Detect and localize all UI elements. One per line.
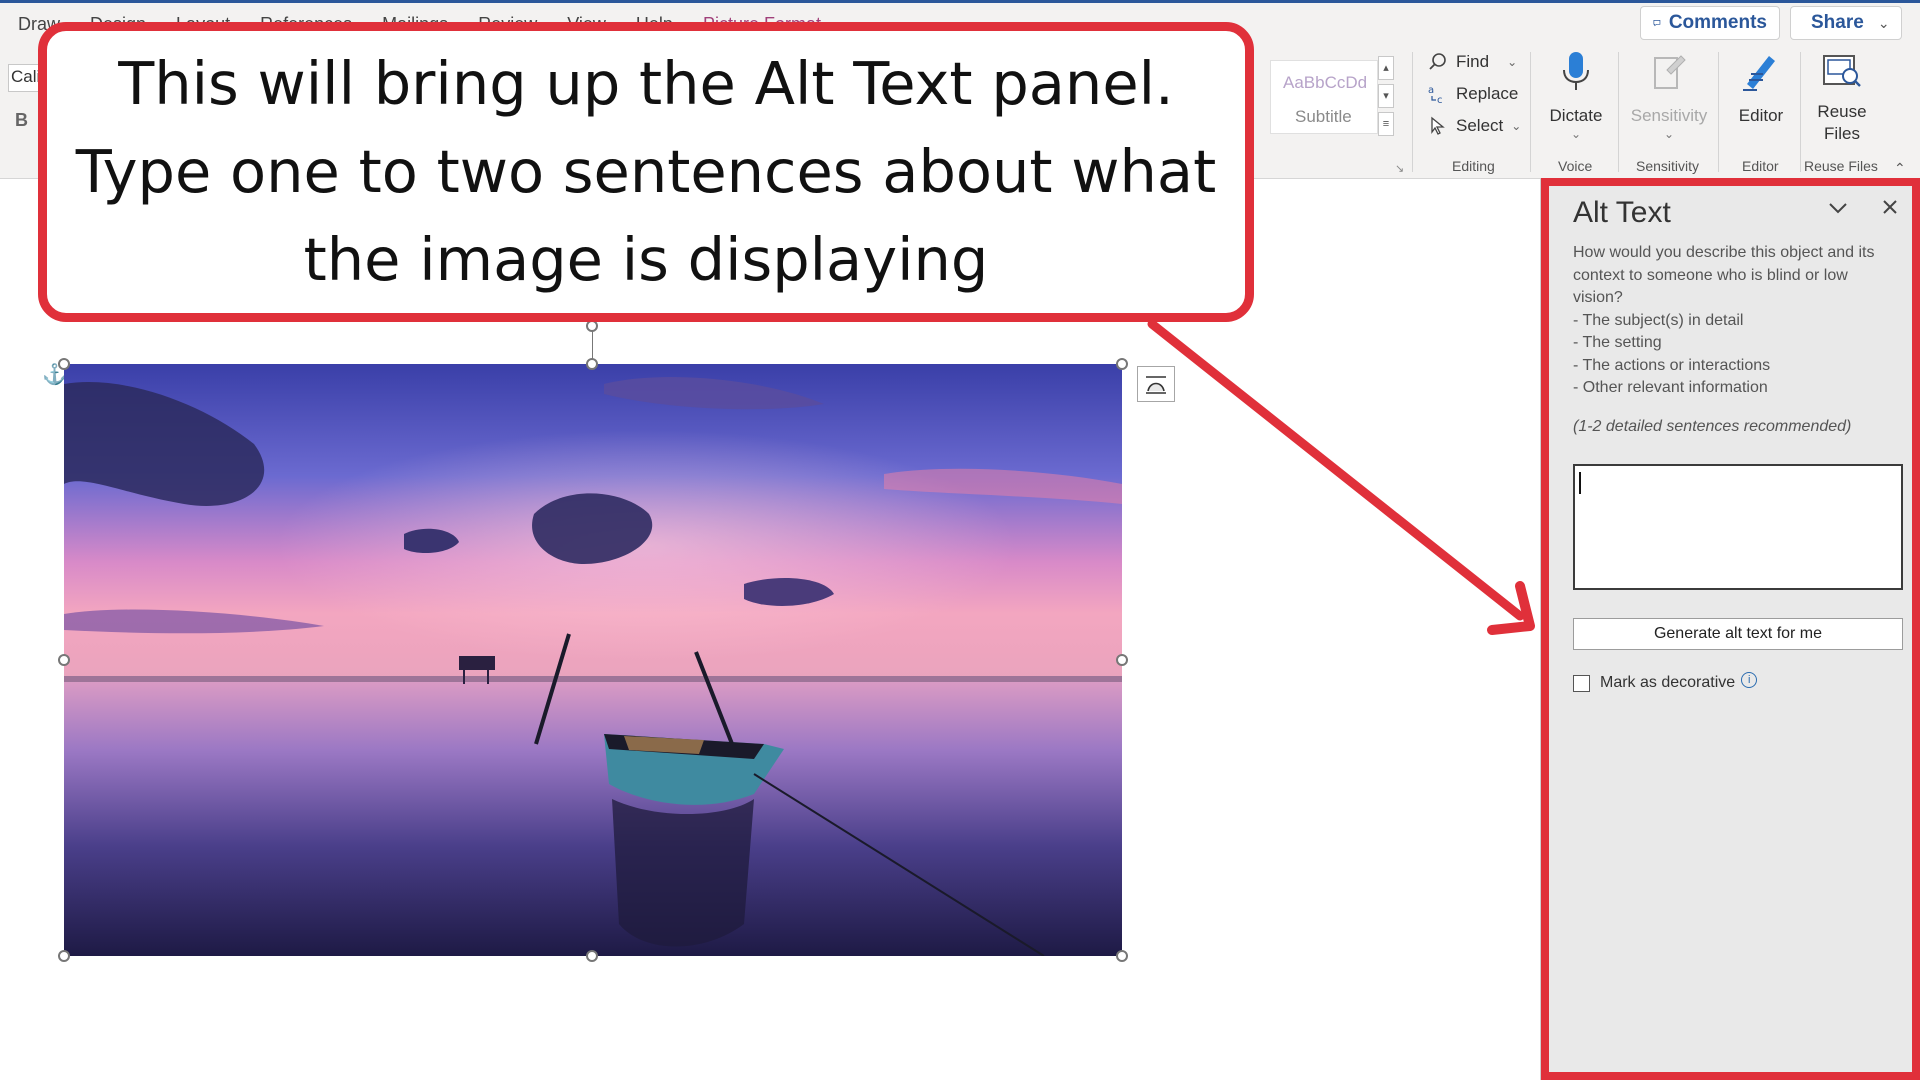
callout-line: This will bring up the Alt Text panel. (118, 49, 1174, 118)
callout-line: the image is displaying (303, 225, 989, 294)
description-line: - The actions or interactions (1573, 356, 1771, 374)
info-icon[interactable]: i (1741, 672, 1758, 688)
generate-alt-text-button[interactable]: Generate alt text for me (1573, 618, 1903, 650)
instruction-callout: This will bring up the Alt Text panel. T… (38, 22, 1254, 322)
pane-description: How would you describe this object and i… (1573, 242, 1903, 400)
chevron-down-icon (1829, 203, 1847, 214)
sentence-hint: (1-2 detailed sentences recommended) (1573, 418, 1852, 435)
mark-decorative-label: Mark as decorative (1600, 674, 1736, 691)
alt-text-pane: Alt Text How would you describe this obj… (1540, 178, 1920, 1080)
description-line: - The setting (1573, 334, 1662, 351)
close-pane-button[interactable] (1881, 198, 1899, 221)
description-line: context to someone who is blind or low (1573, 266, 1848, 284)
description-line: - The subject(s) in detail (1573, 311, 1744, 329)
callout-text: This will bring up the Alt Text panel. T… (76, 40, 1216, 304)
description-line: How would you describe this object and i… (1573, 244, 1875, 261)
description-line: vision? (1573, 289, 1623, 306)
description-line: - Other relevant information (1573, 379, 1768, 396)
close-icon (1883, 200, 1897, 214)
mark-decorative-checkbox[interactable] (1573, 674, 1590, 692)
mark-decorative-row[interactable]: Mark as decorative i (1573, 672, 1758, 692)
pane-title: Alt Text (1573, 196, 1671, 229)
pane-options-button[interactable] (1827, 200, 1849, 221)
alt-text-input[interactable] (1573, 464, 1903, 590)
callout-line: Type one to two sentences about what (75, 137, 1217, 206)
